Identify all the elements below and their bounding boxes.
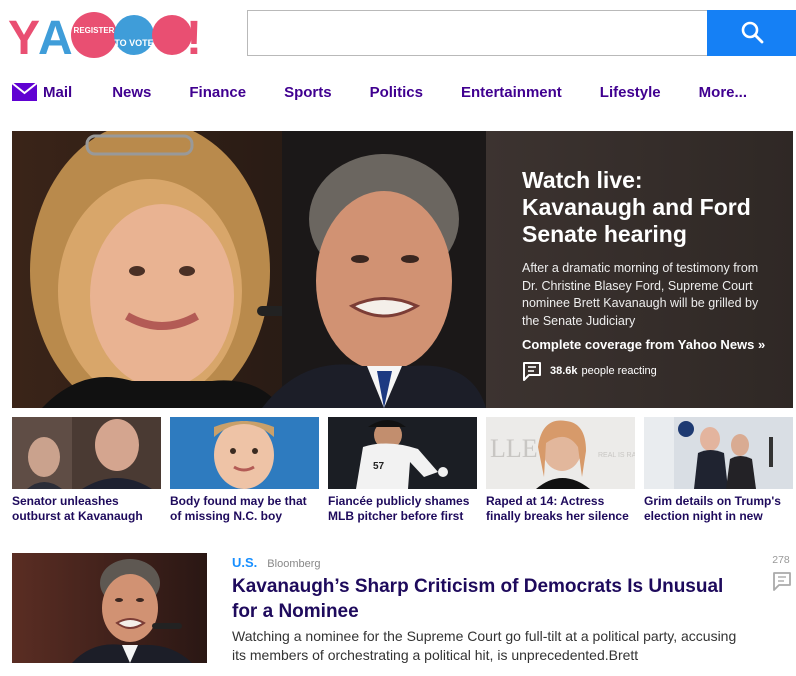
thumbnail-image[interactable]: LLE REAL IS RARE bbox=[486, 417, 635, 489]
thumbnail-caption[interactable]: Fiancée publicly shames MLB pitcher befo… bbox=[328, 494, 477, 524]
svg-text:!: ! bbox=[186, 12, 200, 60]
svg-text:A: A bbox=[38, 12, 72, 60]
thumbnail-caption[interactable]: Raped at 14: Actress finally breaks her … bbox=[486, 494, 635, 524]
search-button[interactable] bbox=[707, 10, 796, 56]
thumbnail-story[interactable]: LLE REAL IS RARE Raped at 14: Actress fi… bbox=[486, 417, 635, 524]
nav-item-finance[interactable]: Finance bbox=[189, 84, 246, 101]
thumbnail-image[interactable] bbox=[12, 417, 161, 489]
thumbnail-caption[interactable]: Grim details on Trump's election night i… bbox=[644, 494, 793, 524]
hero-title[interactable]: Watch live: Kavanaugh and Ford Senate he… bbox=[522, 167, 767, 248]
story-summary: Watching a nominee for the Supreme Court… bbox=[232, 628, 737, 663]
story-image[interactable] bbox=[12, 553, 207, 663]
story-source: Bloomberg bbox=[267, 558, 321, 570]
hero-coverage-link[interactable]: Complete coverage from Yahoo News » bbox=[522, 336, 767, 353]
svg-text:Y: Y bbox=[8, 12, 40, 60]
story-category[interactable]: U.S. bbox=[232, 555, 257, 570]
thumbnail-image[interactable]: 57 bbox=[328, 417, 477, 489]
thumbnail-caption[interactable]: Body found may be that of missing N.C. b… bbox=[170, 494, 319, 524]
svg-text:LLE: LLE bbox=[490, 434, 538, 463]
nav-item-more[interactable]: More... bbox=[699, 84, 747, 101]
thumbnail-story[interactable]: 57 Fiancée publicly shames MLB pitcher b… bbox=[328, 417, 477, 524]
comment-icon[interactable] bbox=[772, 571, 792, 596]
thumbnail-story[interactable]: Grim details on Trump's election night i… bbox=[644, 417, 793, 524]
search-icon bbox=[740, 20, 764, 47]
comment-icon bbox=[522, 361, 542, 381]
thumbnail-strip: Senator unleashes outburst at Kavanaugh … bbox=[12, 417, 796, 524]
hero-description: After a dramatic morning of testimony fr… bbox=[522, 261, 759, 328]
logo-badge-line1: REGISTER bbox=[74, 26, 115, 35]
thumbnail-story[interactable]: Senator unleashes outburst at Kavanaugh bbox=[12, 417, 161, 524]
hero-reactions[interactable]: 38.6k people reacting bbox=[522, 361, 657, 381]
thumbnail-caption[interactable]: Senator unleashes outburst at Kavanaugh bbox=[12, 494, 161, 524]
main-nav: Mail News Finance Sports Politics Entert… bbox=[12, 80, 785, 104]
reactions-count: 38.6k bbox=[550, 365, 578, 377]
thumbnail-image[interactable] bbox=[644, 417, 793, 489]
search-input[interactable] bbox=[247, 10, 707, 56]
reactions-label: people reacting bbox=[581, 365, 657, 377]
comment-count[interactable]: 278 bbox=[766, 554, 796, 566]
nav-item-entertainment[interactable]: Entertainment bbox=[461, 84, 562, 101]
mail-icon bbox=[12, 83, 37, 101]
thumbnail-story[interactable]: Body found may be that of missing N.C. b… bbox=[170, 417, 319, 524]
hero-image[interactable] bbox=[12, 131, 486, 408]
story-title[interactable]: Kavanaugh’s Sharp Criticism of Democrats… bbox=[232, 574, 752, 624]
search-bar bbox=[247, 10, 796, 56]
nav-item-politics[interactable]: Politics bbox=[370, 84, 423, 101]
nav-item-lifestyle[interactable]: Lifestyle bbox=[600, 84, 661, 101]
nav-label-mail: Mail bbox=[43, 83, 73, 101]
hero-text-panel: Watch live: Kavanaugh and Ford Senate he… bbox=[486, 131, 793, 408]
nav-item-mail[interactable]: Mail bbox=[12, 83, 72, 101]
logo-badge-line2: TO VOTE bbox=[114, 38, 153, 48]
nav-item-sports[interactable]: Sports bbox=[284, 84, 332, 101]
yahoo-logo[interactable]: Y A ! REGISTER TO VOTE bbox=[8, 8, 200, 60]
svg-text:REAL IS RARE: REAL IS RARE bbox=[598, 452, 635, 459]
svg-text:57: 57 bbox=[373, 461, 385, 472]
story-meta: U.S. Bloomberg bbox=[232, 555, 321, 570]
thumbnail-image[interactable] bbox=[170, 417, 319, 489]
nav-item-news[interactable]: News bbox=[112, 84, 151, 101]
hero-story[interactable]: Watch live: Kavanaugh and Ford Senate he… bbox=[12, 131, 793, 408]
